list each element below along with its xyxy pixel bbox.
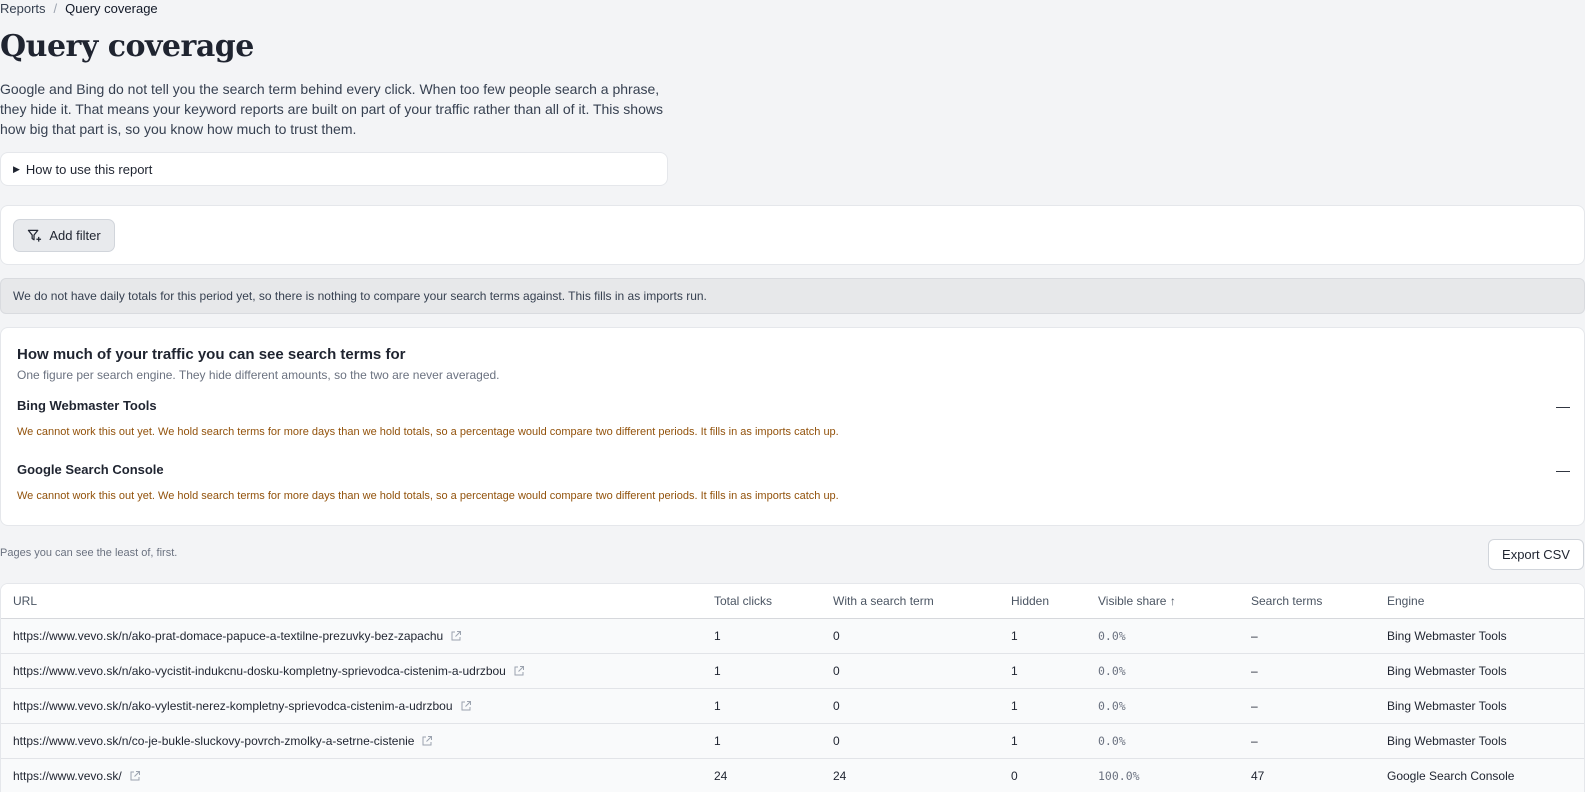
table-header: URL Total clicks With a search term Hidd… [1,584,1584,619]
visible-share-cell: 0.0% [1098,629,1126,643]
hidden-cell: 1 [1011,664,1018,678]
total-clicks-cell: 1 [714,699,721,713]
coverage-title: How much of your traffic you can see sea… [17,346,406,363]
with-term-cell: 0 [833,629,840,643]
engine-cell: Bing Webmaster Tools [1387,664,1507,678]
external-link-icon[interactable] [129,770,141,782]
engine-cell: Bing Webmaster Tools [1387,699,1507,713]
disclosure-triangle-icon: ▶ [13,163,20,174]
column-header-search-terms[interactable]: Search terms [1251,594,1322,608]
url-cell: https://www.vevo.sk/ [13,769,141,783]
external-link-icon[interactable] [460,700,472,712]
visible-share-cell: 100.0% [1098,769,1140,783]
coverage-summary-card: How much of your traffic you can see sea… [0,327,1585,526]
total-clicks-cell: 1 [714,664,721,678]
with-term-cell: 24 [833,769,847,783]
breadcrumb: Reports / Query coverage [0,1,158,16]
page-intro: Google and Bing do not tell you the sear… [0,81,663,137]
table-row: https://www.vevo.sk/n/ako-vylestit-nerez… [1,689,1584,724]
engine-cell: Google Search Console [1387,769,1515,783]
breadcrumb-current: Query coverage [65,1,158,16]
add-filter-button[interactable]: Add filter [13,219,115,252]
engine-coverage-google: Google Search Console — We cannot work t… [17,462,1570,502]
search-terms-cell: – [1251,699,1258,713]
url-cell: https://www.vevo.sk/n/ako-vylestit-nerez… [13,699,472,713]
table-row: https://www.vevo.sk/n/ako-vycistit-induk… [1,654,1584,689]
external-link-icon[interactable] [513,665,525,677]
engine-cell: Bing Webmaster Tools [1387,734,1507,748]
engine-warning: We cannot work this out yet. We hold sea… [17,426,839,438]
total-clicks-cell: 1 [714,629,721,643]
url-cell: https://www.vevo.sk/n/ako-vycistit-induk… [13,664,525,678]
engine-value: — [1556,398,1570,414]
breadcrumb-separator: / [53,1,58,16]
hidden-cell: 1 [1011,699,1018,713]
page-url-link[interactable]: https://www.vevo.sk/n/co-je-bukle-slucko… [13,734,414,748]
visible-share-cell: 0.0% [1098,699,1126,713]
search-terms-cell: – [1251,629,1258,643]
url-cell: https://www.vevo.sk/n/co-je-bukle-slucko… [13,734,433,748]
hidden-cell: 0 [1011,769,1018,783]
with-term-cell: 0 [833,664,840,678]
engine-warning: We cannot work this out yet. We hold sea… [17,490,839,502]
hidden-cell: 1 [1011,734,1018,748]
url-cell: https://www.vevo.sk/n/ako-prat-domace-pa… [13,629,462,643]
how-to-use-label: How to use this report [25,161,153,177]
external-link-icon[interactable] [421,735,433,747]
with-term-cell: 0 [833,734,840,748]
filter-plus-icon [27,228,42,243]
column-header-engine[interactable]: Engine [1387,594,1424,608]
search-terms-cell: 47 [1251,769,1265,783]
total-clicks-cell: 24 [714,769,728,783]
hidden-cell: 1 [1011,629,1018,643]
total-clicks-cell: 1 [714,734,721,748]
search-terms-cell: – [1251,734,1258,748]
with-term-cell: 0 [833,699,840,713]
column-header-hidden[interactable]: Hidden [1011,594,1049,608]
notice-text: We do not have daily totals for this per… [13,289,707,303]
table-row: https://www.vevo.sk/ 24 24 0 100.0% 47 G… [1,759,1584,792]
visible-share-cell: 0.0% [1098,664,1126,678]
engine-cell: Bing Webmaster Tools [1387,629,1507,643]
column-header-visible-share[interactable]: Visible share ↑ [1098,594,1176,608]
filter-bar: Add filter [0,205,1585,265]
pages-sort-note: Pages you can see the least of, first. [0,547,178,559]
external-link-icon[interactable] [450,630,462,642]
missing-totals-notice: We do not have daily totals for this per… [0,278,1585,314]
breadcrumb-reports-link[interactable]: Reports [0,1,46,16]
engine-name: Google Search Console [17,462,164,477]
page-url-link[interactable]: https://www.vevo.sk/n/ako-vylestit-nerez… [13,699,453,713]
engine-coverage-bing: Bing Webmaster Tools — We cannot work th… [17,398,1570,438]
table-row: https://www.vevo.sk/n/co-je-bukle-slucko… [1,724,1584,759]
page-url-link[interactable]: https://www.vevo.sk/ [13,769,122,783]
engine-value: — [1556,462,1570,478]
coverage-subtitle: One figure per search engine. They hide … [17,368,500,382]
page-title: Query coverage [0,29,254,64]
page-url-link[interactable]: https://www.vevo.sk/n/ako-prat-domace-pa… [13,629,443,643]
export-csv-button[interactable]: Export CSV [1488,539,1584,570]
table-row: https://www.vevo.sk/n/ako-prat-domace-pa… [1,619,1584,654]
page-url-link[interactable]: https://www.vevo.sk/n/ako-vycistit-induk… [13,664,506,678]
column-header-url[interactable]: URL [13,594,37,608]
add-filter-label: Add filter [49,228,101,243]
visible-share-cell: 0.0% [1098,734,1126,748]
column-header-with-search-term[interactable]: With a search term [833,594,934,608]
how-to-use-toggle[interactable]: ▶ How to use this report [0,152,668,186]
pages-table: URL Total clicks With a search term Hidd… [0,583,1585,792]
engine-name: Bing Webmaster Tools [17,398,157,413]
column-header-total-clicks[interactable]: Total clicks [714,594,772,608]
search-terms-cell: – [1251,664,1258,678]
